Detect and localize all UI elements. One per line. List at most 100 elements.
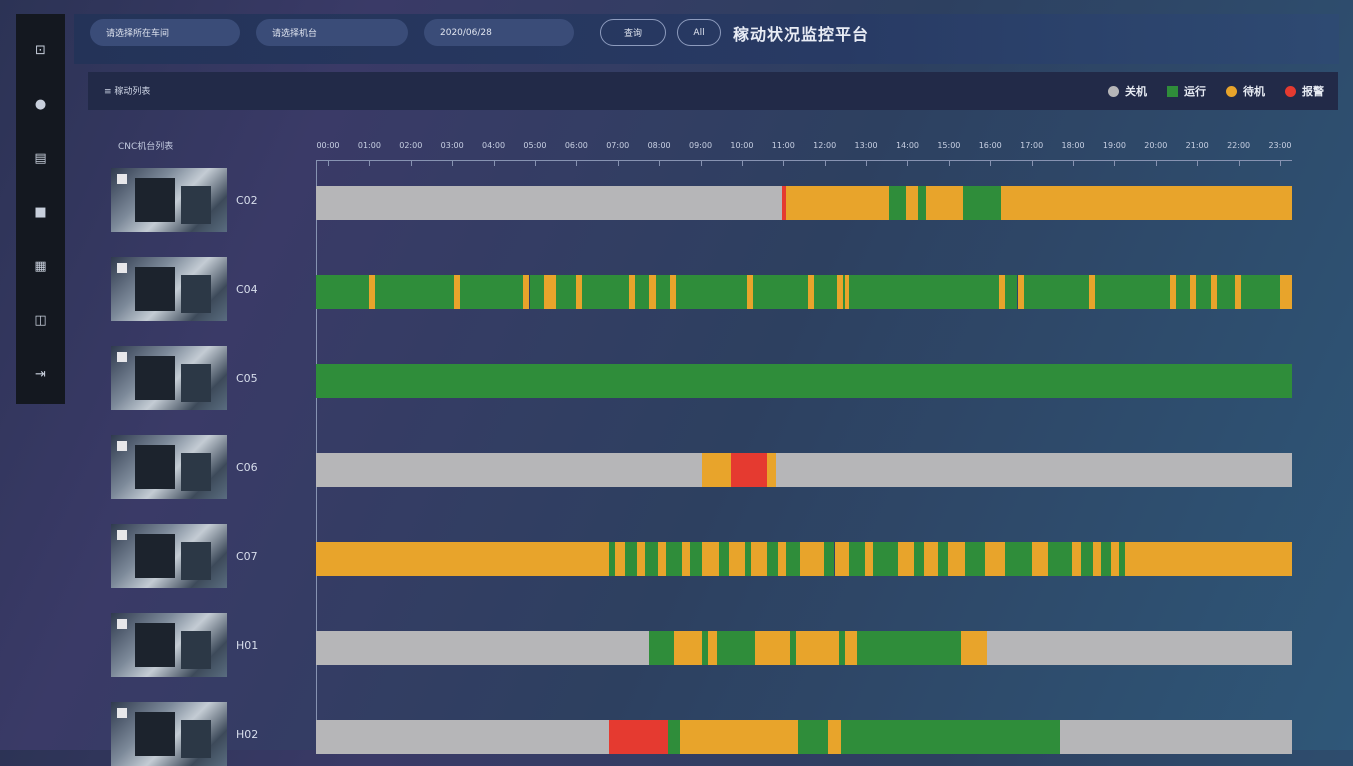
- status-segment-run[interactable]: [814, 275, 837, 309]
- machine-status-bar[interactable]: [316, 275, 1292, 309]
- status-segment-run[interactable]: [667, 720, 680, 754]
- status-segment-run[interactable]: [1023, 275, 1089, 309]
- status-segment-run[interactable]: [1100, 542, 1112, 576]
- workshop-select[interactable]: 请选择所在车间: [90, 19, 240, 46]
- status-segment-run[interactable]: [797, 720, 829, 754]
- status-segment-run[interactable]: [1080, 542, 1093, 576]
- status-segment-idle[interactable]: [1001, 186, 1292, 220]
- status-segment-idle[interactable]: [755, 631, 790, 665]
- status-segment-idle[interactable]: [751, 542, 768, 576]
- status-segment-run[interactable]: [665, 542, 682, 576]
- all-button[interactable]: All: [677, 19, 721, 46]
- status-segment-run[interactable]: [767, 542, 778, 576]
- status-segment-run[interactable]: [1005, 542, 1032, 576]
- status-segment-idle[interactable]: [960, 631, 987, 665]
- status-segment-run[interactable]: [316, 275, 369, 309]
- status-segment-run[interactable]: [856, 631, 961, 665]
- status-segment-idle[interactable]: [777, 542, 786, 576]
- status-segment-run[interactable]: [690, 542, 703, 576]
- status-segment-run[interactable]: [785, 542, 800, 576]
- status-segment-idle[interactable]: [702, 453, 731, 487]
- status-segment-run[interactable]: [917, 186, 926, 220]
- status-segment-idle[interactable]: [984, 542, 1006, 576]
- expand-icon[interactable]: ⇥: [16, 354, 65, 394]
- machine-status-bar[interactable]: [316, 720, 1292, 754]
- status-segment-idle[interactable]: [795, 631, 839, 665]
- date-input[interactable]: 2020/06/28: [424, 19, 574, 46]
- machine-select[interactable]: 请选择机台: [256, 19, 408, 46]
- status-segment-idle[interactable]: [316, 542, 609, 576]
- status-segment-run[interactable]: [582, 275, 630, 309]
- status-segment-idle[interactable]: [1279, 275, 1292, 309]
- status-segment-run[interactable]: [840, 720, 1061, 754]
- status-segment-idle[interactable]: [897, 542, 914, 576]
- status-segment-run[interactable]: [718, 542, 729, 576]
- status-segment-idle[interactable]: [799, 542, 825, 576]
- chart-icon[interactable]: ▤: [16, 138, 65, 178]
- status-segment-idle[interactable]: [834, 542, 849, 576]
- machine-status-bar[interactable]: [316, 364, 1292, 398]
- status-segment-idle[interactable]: [923, 542, 939, 576]
- status-segment-run[interactable]: [1216, 275, 1236, 309]
- status-segment-off[interactable]: [987, 631, 1292, 665]
- status-segment-run[interactable]: [555, 275, 577, 309]
- status-segment-idle[interactable]: [1125, 542, 1292, 576]
- status-segment-idle[interactable]: [708, 631, 717, 665]
- status-segment-idle[interactable]: [679, 720, 798, 754]
- status-segment-idle[interactable]: [1072, 542, 1081, 576]
- machine-status-bar[interactable]: [316, 631, 1292, 665]
- status-segment-idle[interactable]: [767, 453, 776, 487]
- status-segment-run[interactable]: [962, 186, 1002, 220]
- status-segment-off[interactable]: [316, 453, 703, 487]
- status-segment-idle[interactable]: [865, 542, 874, 576]
- status-segment-run[interactable]: [316, 364, 1292, 398]
- query-button[interactable]: 查询: [600, 19, 666, 46]
- calendar-icon[interactable]: ◫: [16, 300, 65, 340]
- status-segment-run[interactable]: [529, 275, 544, 309]
- status-segment-alarm[interactable]: [608, 720, 668, 754]
- status-segment-run[interactable]: [1241, 275, 1280, 309]
- status-segment-off[interactable]: [316, 186, 782, 220]
- status-segment-run[interactable]: [1176, 275, 1191, 309]
- status-segment-off[interactable]: [316, 720, 609, 754]
- status-segment-idle[interactable]: [657, 542, 666, 576]
- status-segment-idle[interactable]: [905, 186, 918, 220]
- status-segment-run[interactable]: [655, 275, 670, 309]
- monitor-icon[interactable]: ⊡: [16, 30, 65, 70]
- status-segment-run[interactable]: [964, 542, 985, 576]
- status-segment-run[interactable]: [1048, 542, 1073, 576]
- dashboard-icon[interactable]: ●: [16, 84, 65, 124]
- status-segment-run[interactable]: [374, 275, 455, 309]
- status-segment-off[interactable]: [1060, 720, 1292, 754]
- status-segment-off[interactable]: [775, 453, 1292, 487]
- status-segment-run[interactable]: [938, 542, 949, 576]
- status-segment-idle[interactable]: [1111, 542, 1120, 576]
- status-segment-run[interactable]: [625, 542, 638, 576]
- status-segment-run[interactable]: [913, 542, 924, 576]
- status-segment-run[interactable]: [1196, 275, 1211, 309]
- status-segment-run[interactable]: [848, 275, 1000, 309]
- status-segment-idle[interactable]: [926, 186, 963, 220]
- status-segment-off[interactable]: [316, 631, 650, 665]
- status-segment-alarm[interactable]: [730, 453, 768, 487]
- status-segment-run[interactable]: [675, 275, 748, 309]
- status-segment-run[interactable]: [460, 275, 524, 309]
- status-segment-run[interactable]: [824, 542, 835, 576]
- machine-status-bar[interactable]: [316, 542, 1292, 576]
- status-segment-run[interactable]: [848, 542, 865, 576]
- status-segment-run[interactable]: [889, 186, 906, 220]
- status-segment-idle[interactable]: [785, 186, 890, 220]
- status-segment-run[interactable]: [753, 275, 809, 309]
- status-segment-run[interactable]: [1094, 275, 1170, 309]
- status-segment-idle[interactable]: [702, 542, 719, 576]
- status-segment-idle[interactable]: [728, 542, 746, 576]
- status-segment-idle[interactable]: [1031, 542, 1048, 576]
- status-segment-run[interactable]: [635, 275, 650, 309]
- grid-icon[interactable]: ▦: [16, 246, 65, 286]
- machine-status-bar[interactable]: [316, 186, 1292, 220]
- status-segment-run[interactable]: [716, 631, 756, 665]
- status-segment-run[interactable]: [649, 631, 674, 665]
- status-segment-idle[interactable]: [1092, 542, 1101, 576]
- document-icon[interactable]: ■: [16, 192, 65, 232]
- status-segment-idle[interactable]: [543, 275, 556, 309]
